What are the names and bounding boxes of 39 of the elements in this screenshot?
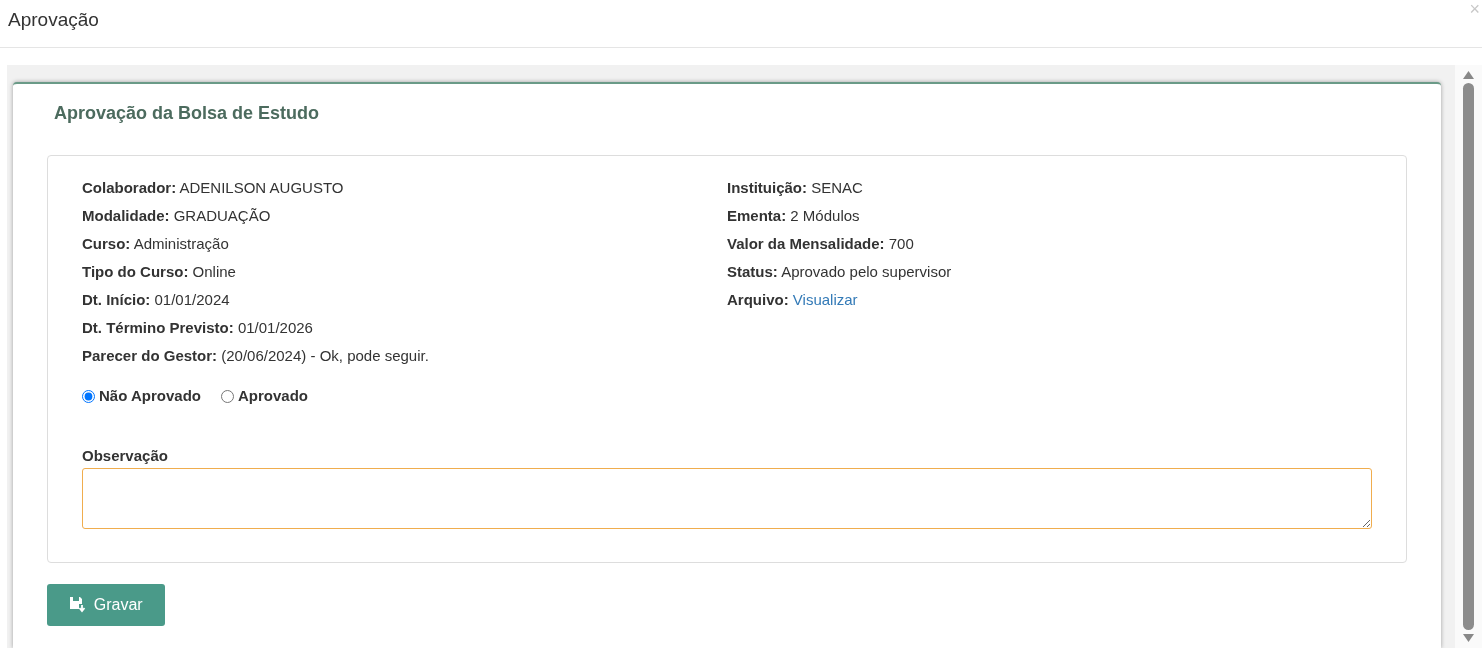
window-title: Aprovação [8,9,99,30]
detail-value: GRADUAÇÃO [173,207,271,224]
radio-button[interactable] [220,389,234,403]
detail-label: Ementa: [727,207,787,224]
close-button[interactable]: × [1469,0,1480,18]
scrollbar[interactable] [1455,65,1482,648]
detail-value: Administração [133,235,229,252]
detail-label: Dt. Início: [82,291,151,308]
detail-value: SENAC [811,179,863,196]
detail-label: Arquivo: [727,291,789,308]
detail-value: 01/01/2024 [154,291,230,308]
detail-value: (20/06/2024) - Ok, pode seguir. [221,347,429,364]
detail-value: ADENILSON AUGUSTO [179,179,344,196]
detail-value: Aprovado pelo supervisor [781,263,952,280]
detail-label: Parecer do Gestor: [82,347,218,364]
radio-label: Não Aprovado [99,386,201,406]
detail-value: Online [192,263,236,280]
detail-label: Tipo do Curso: [82,263,189,280]
detail-label: Dt. Término Previsto: [82,319,234,336]
detail-label: Instituição: [727,179,807,196]
card-title: Aprovação da Bolsa de Estudo [54,102,320,125]
scroll-up-icon[interactable] [1463,71,1474,79]
detail-label: Valor da Mensalidade: [727,235,885,252]
radio-label: Aprovado [237,386,308,406]
save-icon [69,596,87,614]
detail-value: 700 [888,235,914,252]
view-link[interactable]: Visualizar [792,291,858,308]
radio-button[interactable] [82,389,95,403]
observation-field[interactable] [82,467,1372,529]
detail-label: Colaborador: [82,179,177,196]
save-button[interactable]: Gravar [47,583,165,626]
scrollbar-thumb[interactable] [1463,83,1474,630]
detail-label: Modalidade: [82,207,170,224]
detail-value: 2 Módulos [790,207,860,224]
detail-label: Curso: [82,235,131,252]
detail-label: Status: [727,263,778,280]
scroll-down-icon[interactable] [1463,634,1474,642]
field-label: Observação [82,446,168,467]
detail-value: 01/01/2026 [237,319,313,336]
